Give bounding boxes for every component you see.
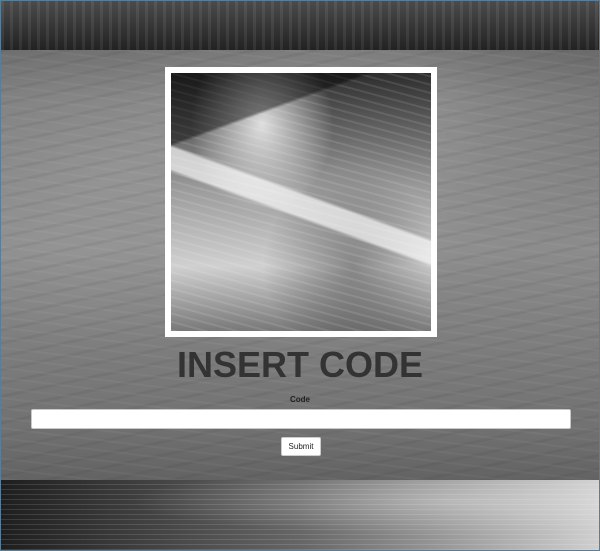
code-input[interactable]	[31, 409, 571, 429]
insert-code-page: INSERT CODE Code Submit	[0, 0, 600, 551]
submit-button[interactable]: Submit	[281, 437, 321, 456]
code-label: Code	[290, 395, 310, 404]
shoreline-photo	[171, 73, 431, 331]
top-background-strip	[1, 1, 599, 50]
bottom-background-strip	[1, 480, 599, 550]
page-title: INSERT CODE	[176, 344, 424, 385]
shoreline-photo-frame	[165, 67, 437, 337]
